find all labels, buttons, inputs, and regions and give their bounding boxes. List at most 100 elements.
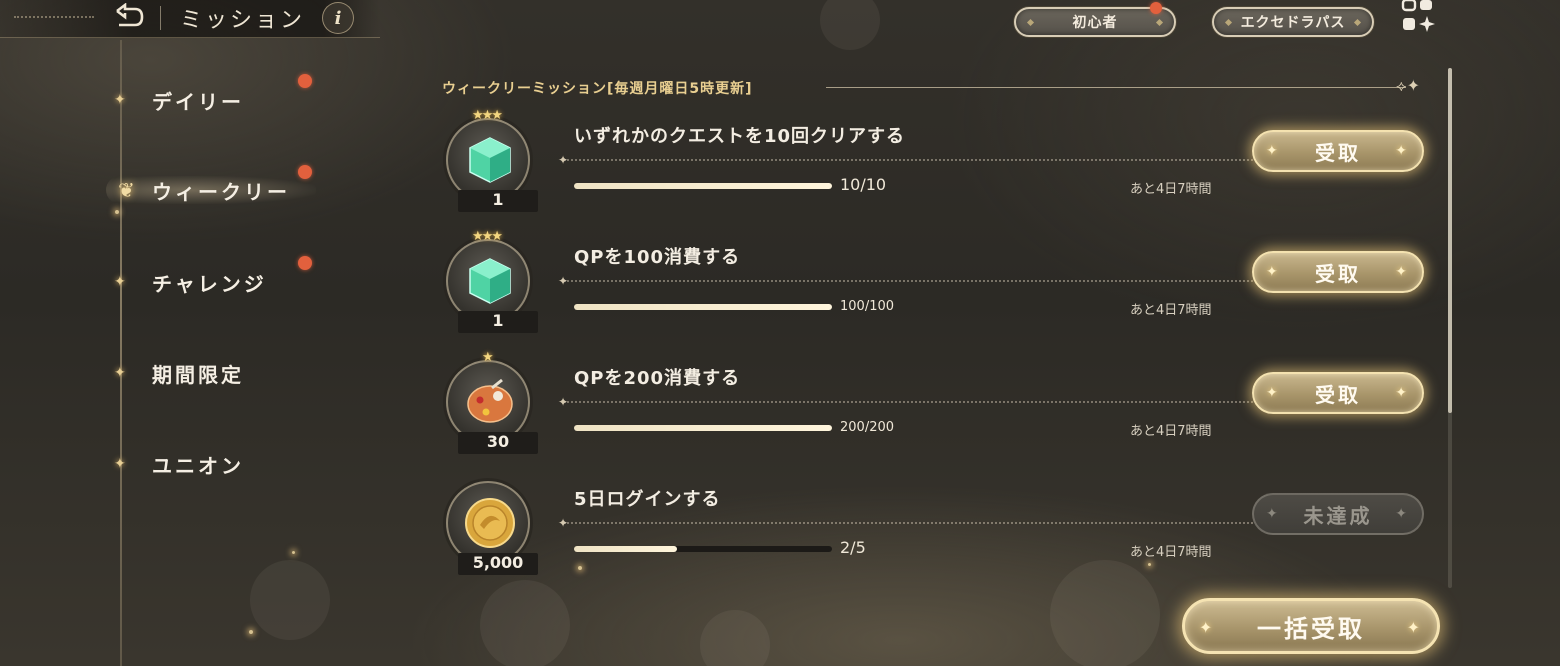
sparkle-icon: ✦ — [114, 456, 126, 472]
sparkle-icon: ✦ — [1266, 385, 1281, 401]
exedra-pass-label: エクセドラパス — [1240, 15, 1346, 31]
mission-title: 5日ログインする — [574, 489, 721, 510]
progress-bar — [574, 425, 832, 431]
sidebar-item-label: チャレンジ — [152, 272, 267, 296]
rarity-stars: ★★★ — [472, 229, 503, 244]
dotted-separator — [564, 159, 1364, 161]
mission-title: いずれかのクエストを10回クリアする — [574, 126, 906, 147]
progress-text: 200/200 — [840, 420, 895, 435]
sidebar-item-daily[interactable]: ✦ デイリー — [90, 80, 330, 120]
mission-title: QPを100消費する — [574, 247, 741, 268]
progress-bar — [574, 304, 832, 310]
mission-row: 5,000 5日ログインする ✦ 2/5 あと4日7時間 ✦ 未達成 ✦ — [440, 475, 1440, 585]
sidebar-item-label: 期間限定 — [152, 363, 244, 387]
claim-button-label: 受取 — [1315, 382, 1361, 407]
progress-text: 10/10 — [840, 175, 887, 194]
sidebar-item-weekly[interactable]: ❦ ウィークリー — [90, 170, 330, 210]
sidebar-item-challenge[interactable]: ✦ チャレンジ — [90, 262, 330, 302]
sparkle-icon: ✦ — [114, 365, 126, 381]
sparkle-icon: ✦ — [1266, 506, 1281, 522]
sidebar-item-label: ユニオン — [152, 454, 244, 478]
reward-quantity: 5,000 — [472, 553, 524, 572]
sidebar-item-label: ウィークリー — [152, 180, 290, 204]
sparkle-icon: ✦ — [114, 274, 126, 290]
sparkle-icon: ✦ — [1266, 264, 1281, 280]
novice-notification-dot — [1150, 2, 1162, 14]
bulk-claim-button[interactable]: ✦ 一括受取 ✦ — [1182, 598, 1440, 654]
sidebar-item-limited[interactable]: ✦ 期間限定 — [90, 353, 330, 393]
gold-coin-icon — [465, 498, 515, 548]
sparkle-icon: ✦ — [1406, 618, 1423, 637]
claim-button[interactable]: ✦ 受取 ✦ — [1252, 372, 1424, 414]
progress-bar — [574, 546, 832, 552]
section-title: ウィークリーミッション[毎週月曜日5時更新] — [442, 81, 753, 97]
pill-ornament-icon — [1155, 18, 1164, 27]
claim-button-label: 受取 — [1315, 140, 1361, 165]
dotted-separator — [564, 522, 1364, 524]
mission-title: QPを200消費する — [574, 368, 741, 389]
mission-list-scrollbar[interactable] — [1448, 68, 1452, 588]
progress-text: 100/100 — [840, 299, 895, 314]
rarity-stars: ★★★ — [472, 108, 503, 123]
green-cube-icon — [469, 258, 511, 304]
claim-button[interactable]: ✦ 受取 ✦ — [1252, 130, 1424, 172]
dotted-separator — [564, 401, 1364, 403]
progress-bar-fill — [574, 183, 832, 189]
time-remaining: あと4日7時間 — [1130, 303, 1212, 318]
heart-ornament-icon: ❦ — [118, 178, 135, 202]
mission-row: ★★★ 1 QPを100消費する ✦ 100/100 あと4日7時間 ✦ 受取 … — [440, 229, 1440, 343]
time-remaining: あと4日7時間 — [1130, 545, 1212, 560]
progress-text: 2/5 — [840, 538, 866, 557]
section-end-ornament-icon: ⟡✦ — [1396, 76, 1420, 95]
mission-row: ★ 30 QPを200消費する ✦ 200/200 あと4日7時間 ✦ 受取 ✦ — [440, 350, 1440, 464]
progress-bar-fill — [574, 546, 678, 552]
weekly-notification-dot — [298, 165, 312, 179]
reward-badge[interactable]: 5,000 — [446, 481, 538, 575]
scrollbar-thumb[interactable] — [1448, 68, 1452, 413]
mission-row: ★★★ 1 いずれかのクエストを10回クリアする ✦ 10/10 あと4日7時間… — [440, 108, 1440, 222]
pill-ornament-icon — [1026, 18, 1035, 27]
sidebar-item-label: デイリー — [152, 90, 244, 114]
header-bar: ミッション i — [0, 0, 380, 38]
pill-ornament-icon — [1224, 18, 1233, 27]
paint-palette-icon — [467, 378, 513, 423]
info-button[interactable]: i — [322, 2, 354, 34]
exedra-pass-button[interactable]: エクセドラパス — [1212, 7, 1374, 37]
sparkle-icon: ✦ — [1395, 143, 1410, 159]
reward-badge[interactable]: ★★★ 1 — [446, 229, 538, 333]
reward-quantity: 1 — [492, 190, 504, 209]
header-dots-decoration — [14, 16, 94, 18]
section-divider — [826, 87, 1406, 88]
sidebar-item-union[interactable]: ✦ ユニオン — [90, 444, 330, 484]
sparkle-icon: ✦ — [1395, 506, 1410, 522]
reward-badge[interactable]: ★★★ 1 — [446, 108, 538, 212]
bulk-claim-label: 一括受取 — [1257, 614, 1365, 643]
time-remaining: あと4日7時間 — [1130, 424, 1212, 439]
header-divider — [160, 6, 161, 30]
claim-button-label: 受取 — [1315, 261, 1361, 286]
green-cube-icon — [469, 137, 511, 183]
sparkle-icon: ✦ — [1395, 385, 1410, 401]
sparkle-icon: ✦ — [1199, 618, 1216, 637]
reward-quantity: 30 — [486, 432, 510, 451]
sparkle-icon: ✦ — [1266, 143, 1281, 159]
reward-badge[interactable]: ★ 30 — [446, 350, 538, 454]
challenge-notification-dot — [298, 256, 312, 270]
rarity-stars: ★ — [482, 350, 494, 365]
novice-label: 初心者 — [1072, 15, 1118, 31]
pill-ornament-icon — [1353, 18, 1362, 27]
progress-bar-fill — [574, 425, 832, 431]
not-achieved-button[interactable]: ✦ 未達成 ✦ — [1252, 493, 1424, 535]
page-title: ミッション — [180, 8, 306, 33]
claim-button-label: 未達成 — [1303, 503, 1373, 528]
sparkle-icon: ✦ — [1395, 264, 1410, 280]
sparkle-icon: ✦ — [114, 92, 126, 108]
progress-bar — [574, 183, 832, 189]
grid-menu-icon[interactable] — [1400, 0, 1440, 36]
back-button[interactable] — [110, 2, 148, 34]
daily-notification-dot — [298, 74, 312, 88]
dotted-separator — [564, 280, 1364, 282]
time-remaining: あと4日7時間 — [1130, 182, 1212, 197]
progress-bar-fill — [574, 304, 832, 310]
claim-button[interactable]: ✦ 受取 ✦ — [1252, 251, 1424, 293]
